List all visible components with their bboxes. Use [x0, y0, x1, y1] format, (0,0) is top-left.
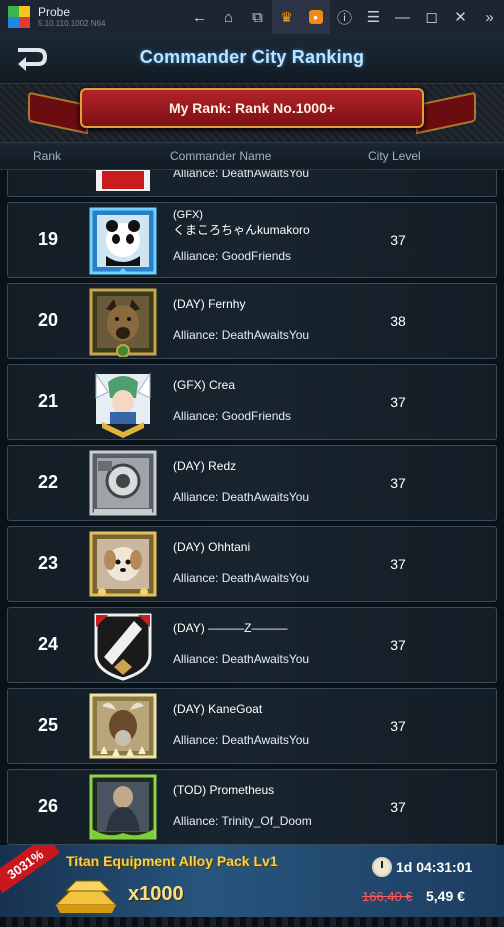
commander-name: (DAY) Ohhtani: [173, 540, 251, 554]
app-version: 5.10.110.1002 N64: [38, 19, 106, 28]
alliance-name: Alliance: DeathAwaitsYou: [173, 652, 310, 666]
table-row[interactable]: 26 (TOD) Prometheus Alliance: Trinity_Of…: [7, 769, 497, 845]
avatar[interactable]: [88, 773, 158, 843]
alliance-name: Alliance: DeathAwaitsYou: [173, 328, 310, 342]
minimize-icon[interactable]: —: [388, 0, 417, 34]
commander-name: (DAY) Redz: [173, 459, 237, 473]
rank-number: 26: [37, 796, 59, 816]
city-level: 37: [390, 556, 406, 572]
city-level: 38: [390, 313, 406, 329]
back-arrow-icon[interactable]: ←: [185, 0, 214, 34]
rank-number: 22: [37, 472, 59, 492]
commander-name: (DAY) KaneGoat: [173, 702, 263, 716]
avatar[interactable]: [88, 368, 158, 438]
my-rank-text: My Rank: Rank No.1000+: [168, 100, 336, 116]
level-column-header: City Level: [368, 149, 421, 163]
table-row[interactable]: Alliance: DeathAwaitsYou: [7, 170, 497, 197]
maximize-icon[interactable]: ◻: [417, 0, 446, 34]
menu-icon[interactable]: ☰: [359, 0, 388, 34]
game-header: Commander City Ranking: [0, 34, 504, 84]
my-rank-banner: My Rank: Rank No.1000+: [0, 84, 504, 142]
rank-number: 25: [37, 715, 59, 735]
ribbon-tail-right: [416, 91, 476, 135]
avatar[interactable]: [88, 530, 158, 600]
city-level: 37: [390, 718, 406, 734]
alliance-name: Alliance: GoodFriends: [173, 409, 292, 423]
promo-timer: 1d 04:31:01: [372, 857, 472, 877]
rank-number: 20: [37, 310, 59, 330]
promo-title: Titan Equipment Alloy Pack Lv1: [66, 853, 278, 869]
city-level: 37: [390, 637, 406, 653]
rank-column-header: Rank: [33, 149, 62, 163]
discount-badge: 3031%: [0, 845, 60, 894]
bluestacks-logo-icon: [8, 6, 30, 28]
table-row[interactable]: 25 (DAY) KaneGoat Alliance: DeathAwaitsY…: [7, 688, 497, 764]
avatar: [88, 170, 158, 195]
gold-bars-icon: [52, 875, 124, 915]
avatar[interactable]: [88, 611, 158, 681]
clock-icon: [372, 857, 392, 877]
table-row[interactable]: 19 (GFX) くまころちゃんkumakoro Alliance: GoodF…: [7, 202, 497, 278]
alliance-name: Alliance: GoodFriends: [173, 249, 292, 263]
ranking-list[interactable]: Alliance: DeathAwaitsYou 19 (GFX) くまころちゃ…: [0, 170, 504, 845]
rank-number: 23: [37, 553, 59, 573]
table-row[interactable]: 24 (DAY) ———Z——— Alliance: DeathAwaitsYo…: [7, 607, 497, 683]
alliance-name: Alliance: DeathAwaitsYou: [173, 170, 310, 180]
commander-name: (TOD) Prometheus: [173, 783, 275, 797]
hex-badge-icon[interactable]: ●: [301, 0, 330, 34]
column-headers: Rank Commander Name City Level: [0, 142, 504, 170]
expand-icon[interactable]: »: [475, 0, 504, 34]
rank-number: 19: [37, 229, 59, 249]
city-level: 37: [390, 394, 406, 410]
timer-text: 1d 04:31:01: [396, 859, 473, 875]
alliance-name: Alliance: DeathAwaitsYou: [173, 490, 310, 504]
old-price: 166,40 €: [362, 889, 413, 904]
alliance-name: Alliance: Trinity_Of_Doom: [173, 814, 312, 828]
alliance-name: Alliance: DeathAwaitsYou: [173, 571, 310, 585]
avatar[interactable]: [88, 287, 158, 358]
table-row[interactable]: 20 (DAY) Fernhy Alliance: DeathAwaitsYou…: [7, 283, 497, 359]
table-row[interactable]: 23 (DAY) Ohhtani Alliance: DeathAwaitsYo…: [7, 526, 497, 602]
emulator-title-bar: Probe 5.10.110.1002 N64 ← ⌂ ⧉ ♛ ● ⓘ ☰ — …: [0, 0, 504, 34]
home-icon[interactable]: ⌂: [214, 0, 243, 34]
promo-quantity: x1000: [128, 883, 184, 905]
commander-name: くまころちゃんkumakoro: [173, 223, 310, 237]
multi-window-icon[interactable]: ⧉: [243, 0, 272, 34]
avatar[interactable]: [88, 692, 158, 762]
rank-number: 24: [37, 634, 59, 654]
commander-name: (GFX) Crea: [173, 378, 236, 392]
city-level: 37: [390, 232, 406, 248]
table-row[interactable]: 21 (GFX) Crea Alliance: GoodFriends 37: [7, 364, 497, 440]
buy-price-button[interactable]: 5,49 €: [426, 888, 465, 904]
promo-border: [0, 917, 504, 927]
rank-number: 21: [37, 391, 59, 411]
avatar[interactable]: [88, 206, 158, 276]
emulator-controls: ← ⌂ ⧉ ♛ ● ⓘ ☰ — ◻ ✕ »: [185, 0, 504, 34]
promo-banner[interactable]: 3031% Titan Equipment Alloy Pack Lv1 x10…: [0, 845, 504, 927]
commander-name: (DAY) Fernhy: [173, 297, 246, 311]
avatar[interactable]: [88, 449, 158, 519]
alliance-tag: (GFX): [173, 209, 203, 221]
commander-name: (DAY) ———Z———: [173, 621, 288, 635]
ribbon-tail-left: [28, 91, 88, 135]
close-icon[interactable]: ✕: [446, 0, 475, 34]
ribbon: My Rank: Rank No.1000+: [80, 88, 424, 128]
page-title: Commander City Ranking: [139, 47, 365, 67]
crown-icon[interactable]: ♛: [272, 0, 301, 34]
emulator-title: Probe 5.10.110.1002 N64: [38, 6, 105, 28]
name-column-header: Commander Name: [170, 149, 272, 163]
help-icon[interactable]: ⓘ: [330, 0, 359, 34]
alliance-name: Alliance: DeathAwaitsYou: [173, 733, 310, 747]
city-level: 37: [390, 799, 406, 815]
table-row[interactable]: 22 (DAY) Redz Alliance: DeathAwaitsYou 3…: [7, 445, 497, 521]
app-name: Probe: [38, 5, 71, 19]
city-level: 37: [390, 475, 406, 491]
